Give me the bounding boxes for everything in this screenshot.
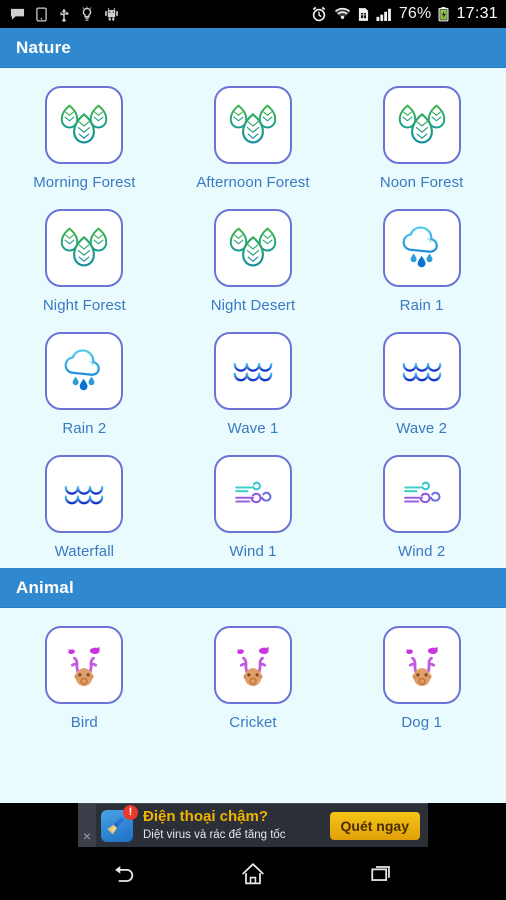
recents-icon[interactable] xyxy=(358,850,406,898)
wave-icon xyxy=(396,345,448,397)
grid-item-waterfall[interactable]: Waterfall xyxy=(0,445,169,568)
grid-item-label: Waterfall xyxy=(54,543,115,560)
sound-tile[interactable] xyxy=(45,455,124,533)
wind-swirl-icon xyxy=(394,466,450,522)
deer-birds-icon xyxy=(56,637,112,693)
device-icon xyxy=(36,6,47,22)
alarm-clock-icon xyxy=(311,6,327,22)
grid-item-label: Night Desert xyxy=(210,297,296,314)
section-header-nature: Nature xyxy=(0,28,506,68)
ad-close-button[interactable]: × xyxy=(78,803,96,848)
ad-headline: Điện thoại chậm? xyxy=(143,808,269,826)
sound-tile[interactable] xyxy=(382,626,461,704)
sound-tile[interactable] xyxy=(382,86,461,164)
scroll-content[interactable]: Nature Morning Forest Afternoon Forest N… xyxy=(0,28,506,803)
grid-item-label: Noon Forest xyxy=(379,174,464,191)
signal-bars-icon xyxy=(376,7,392,22)
sound-tile[interactable] xyxy=(213,626,292,704)
wave-icon xyxy=(58,468,110,520)
grid-item-night-desert[interactable]: Night Desert xyxy=(169,199,338,322)
sound-tile[interactable] xyxy=(382,209,461,287)
grid-item-label: Rain 1 xyxy=(399,297,444,314)
ad-subheadline: Diệt virus và rác để tăng tốc xyxy=(143,828,286,841)
ad-text-block: Điện thoại chậm? Diệt virus và rác để tă… xyxy=(143,808,286,842)
status-bar-clock: 17:31 xyxy=(456,5,498,22)
forest-leaves-icon xyxy=(224,96,282,154)
nature-grid: Morning Forest Afternoon Forest Noon For… xyxy=(0,68,506,568)
grid-item-label: Morning Forest xyxy=(33,174,136,191)
ad-banner-container: × ! Điện thoại chậm? Diệt virus và rác đ… xyxy=(0,803,506,848)
ad-cta-button[interactable]: Quét ngay xyxy=(329,811,420,840)
grid-item-wave-1[interactable]: Wave 1 xyxy=(169,322,338,445)
grid-item-wind-1[interactable]: Wind 1 xyxy=(169,445,338,568)
bulb-icon xyxy=(81,6,93,22)
grid-item-dog-1[interactable]: Dog 1 xyxy=(337,616,506,739)
ad-icon-wrapper: ! xyxy=(101,804,138,842)
deer-birds-icon xyxy=(225,637,281,693)
sound-tile[interactable] xyxy=(382,455,461,533)
grid-item-cricket[interactable]: Cricket xyxy=(169,616,338,739)
android-robot-icon xyxy=(104,7,119,22)
grid-item-wave-2[interactable]: Wave 2 xyxy=(337,322,506,445)
home-icon[interactable] xyxy=(229,850,277,898)
status-bar: 76% 17:31 xyxy=(0,0,506,28)
ad-alert-badge: ! xyxy=(123,804,138,820)
grid-item-label: Wind 2 xyxy=(397,543,446,560)
grid-item-label: Dog 1 xyxy=(401,714,442,731)
sound-tile[interactable] xyxy=(213,86,292,164)
sound-tile[interactable] xyxy=(45,626,124,704)
grid-item-night-forest[interactable]: Night Forest xyxy=(0,199,169,322)
sound-tile[interactable] xyxy=(382,332,461,410)
android-navigation-bar xyxy=(0,847,506,900)
section-title: Nature xyxy=(16,37,72,57)
wind-swirl-icon xyxy=(225,466,281,522)
deer-birds-icon xyxy=(394,637,450,693)
forest-leaves-icon xyxy=(55,96,113,154)
wave-icon xyxy=(227,345,279,397)
forest-leaves-icon xyxy=(55,219,113,277)
sound-tile[interactable] xyxy=(213,455,292,533)
usb-icon xyxy=(58,6,70,22)
grid-item-label: Rain 2 xyxy=(62,420,107,437)
grid-item-wind-2[interactable]: Wind 2 xyxy=(337,445,506,568)
section-title: Animal xyxy=(16,577,74,597)
battery-icon xyxy=(438,6,449,22)
battery-percent-label: 76% xyxy=(398,5,432,22)
grid-item-rain-2[interactable]: Rain 2 xyxy=(0,322,169,445)
forest-leaves-icon xyxy=(224,219,282,277)
ad-banner[interactable]: × ! Điện thoại chậm? Diệt virus và rác đ… xyxy=(78,803,428,848)
grid-item-morning-forest[interactable]: Morning Forest xyxy=(0,76,169,199)
grid-item-label: Wind 1 xyxy=(229,543,277,560)
sound-tile[interactable] xyxy=(45,86,124,164)
wifi-icon xyxy=(334,7,351,21)
message-icon xyxy=(10,7,25,22)
grid-item-label: Cricket xyxy=(229,714,277,731)
grid-item-bird[interactable]: Bird xyxy=(0,616,169,739)
grid-item-label: Night Forest xyxy=(42,297,126,314)
status-bar-right-icons: 76% 17:31 xyxy=(311,5,498,23)
back-icon[interactable] xyxy=(100,850,148,898)
sound-tile[interactable] xyxy=(45,209,124,287)
rain-cloud-icon xyxy=(394,220,450,276)
grid-item-rain-1[interactable]: Rain 1 xyxy=(337,199,506,322)
forest-leaves-icon xyxy=(393,96,451,154)
sound-tile[interactable] xyxy=(213,209,292,287)
sound-tile[interactable] xyxy=(45,332,124,410)
grid-item-label: Bird xyxy=(70,714,98,731)
sound-tile[interactable] xyxy=(213,332,292,410)
sim-card-icon xyxy=(358,7,369,22)
grid-item-afternoon-forest[interactable]: Afternoon Forest xyxy=(169,76,338,199)
grid-item-label: Afternoon Forest xyxy=(196,174,310,191)
section-header-animal: Animal xyxy=(0,568,506,608)
rain-cloud-icon xyxy=(56,343,112,399)
grid-item-label: Wave 1 xyxy=(227,420,279,437)
animal-grid: Bird Cricket Dog 1 xyxy=(0,608,506,739)
status-bar-left-icons xyxy=(10,6,119,22)
grid-item-noon-forest[interactable]: Noon Forest xyxy=(337,76,506,199)
grid-item-label: Wave 2 xyxy=(396,420,448,437)
